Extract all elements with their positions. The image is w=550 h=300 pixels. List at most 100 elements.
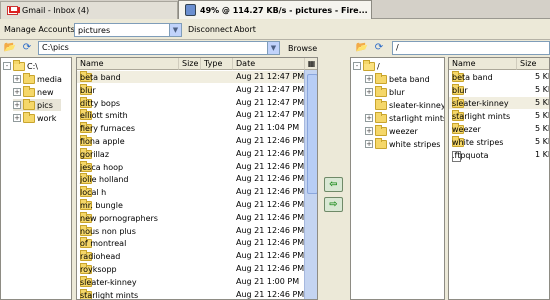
tree-item-label: media xyxy=(37,74,62,84)
remote-file-row[interactable]: blur 5 KB xyxy=(449,84,549,96)
local-file-date: Aug 21 12:46 PM xyxy=(236,161,305,171)
column-header-size[interactable]: Size xyxy=(179,58,201,70)
tab-fireftp[interactable]: 49% @ 114.27 KB/s - pictures - Fire... xyxy=(178,0,372,19)
local-file-date: Aug 21 12:46 PM xyxy=(236,225,305,235)
remote-file-row[interactable]: weezer 5 KB xyxy=(449,123,549,135)
local-scrollbar-thumb[interactable] xyxy=(307,74,317,194)
file-name-text: starlight mints xyxy=(452,112,511,121)
chevron-down-icon[interactable]: ▼ xyxy=(169,24,181,36)
tree-item-c-drive[interactable]: - C:\ xyxy=(3,59,38,72)
file-name-text: jolie holland xyxy=(80,175,129,185)
remote-tree-item[interactable]: + starlight mints xyxy=(365,111,445,124)
remote-refresh-icon[interactable]: ⟳ xyxy=(372,41,386,55)
account-select[interactable]: pictures ▼ xyxy=(74,23,182,37)
column-header-type[interactable]: Type xyxy=(201,58,233,70)
tree-item-work[interactable]: + work xyxy=(13,111,57,124)
remote-tree-item[interactable]: + white stripes xyxy=(365,137,441,150)
tab-fireftp-label: 49% @ 114.27 KB/s - pictures - Fire... xyxy=(200,5,368,15)
file-name-text: nous non plus xyxy=(80,226,136,236)
remote-file-row[interactable]: .ftpquota 1 KB xyxy=(449,149,549,162)
tab-gmail[interactable]: Gmail - Inbox (4) xyxy=(0,1,178,19)
fireftp-icon xyxy=(185,4,196,16)
file-name-text: starlight mints xyxy=(80,290,139,300)
collapse-icon[interactable]: - xyxy=(353,62,361,70)
local-scrollbar[interactable] xyxy=(304,70,317,299)
local-file-row[interactable]: sleater-kinney Aug 21 1:00 PM xyxy=(77,275,304,288)
remote-file-row[interactable]: sleater-kinney 5 KB xyxy=(449,97,549,109)
local-file-list: Name Size Type Date ▦ beta band Aug 21 12… xyxy=(76,57,318,300)
expand-icon[interactable]: + xyxy=(365,88,373,96)
remote-column-header-name[interactable]: Name xyxy=(449,58,517,70)
local-path-dropdown-icon[interactable]: ▼ xyxy=(267,42,279,54)
file-name-text: radiohead xyxy=(80,252,121,262)
tree-item-media[interactable]: + media xyxy=(13,72,62,85)
local-file-row[interactable]: elliott smith Aug 21 12:47 PM xyxy=(77,109,304,121)
local-file-date: Aug 21 12:47 PM xyxy=(236,72,305,81)
local-file-date: Aug 21 12:46 PM xyxy=(236,251,305,261)
manage-accounts-menu[interactable]: Manage Accounts xyxy=(4,25,75,34)
remote-tree-item[interactable]: + weezer xyxy=(365,124,418,137)
tree-item-label: work xyxy=(37,113,57,123)
local-file-row[interactable]: gorillaz Aug 21 12:46 PM xyxy=(77,147,304,160)
local-file-row[interactable]: mr. bungle Aug 21 12:46 PM xyxy=(77,199,304,211)
expand-icon[interactable]: + xyxy=(13,114,21,122)
local-file-row[interactable]: ditty bops Aug 21 12:47 PM xyxy=(77,96,304,109)
remote-file-row[interactable]: starlight mints 5 KB xyxy=(449,110,549,122)
parent-folder-icon[interactable]: 📂 xyxy=(3,41,17,55)
local-file-row[interactable]: royksopp Aug 21 12:46 PM xyxy=(77,263,304,275)
remote-file-row[interactable]: white stripes 5 KB xyxy=(449,136,549,148)
browse-button[interactable]: Browse xyxy=(288,44,317,53)
tree-item-label: white stripes xyxy=(389,139,441,149)
remote-path-input[interactable]: / xyxy=(392,41,550,55)
expand-icon[interactable]: + xyxy=(365,114,373,122)
expand-icon[interactable]: + xyxy=(13,101,21,109)
local-file-row[interactable]: blur Aug 21 12:47 PM xyxy=(77,83,304,96)
local-file-row[interactable]: radiohead Aug 21 12:46 PM xyxy=(77,250,304,262)
tree-item-new[interactable]: + new xyxy=(13,85,54,98)
local-file-row[interactable]: fiery furnaces Aug 21 1:04 PM xyxy=(77,122,304,134)
column-header-name[interactable]: Name xyxy=(77,58,179,70)
remote-folder-tree: - / + beta band + blur sleater-kinney + starligh… xyxy=(350,57,445,300)
upload-arrow-button[interactable]: ⇨ xyxy=(324,197,343,212)
local-file-row[interactable]: jesca hoop Aug 21 12:46 PM xyxy=(77,160,305,173)
local-file-row[interactable]: starlight mints Aug 21 12:46 PM xyxy=(77,288,304,300)
file-name-text: blur xyxy=(80,85,96,95)
local-file-row[interactable]: beta band Aug 21 12:47 PM xyxy=(77,71,304,83)
column-header-date[interactable]: Date xyxy=(233,58,305,70)
remote-tree-item[interactable]: - / xyxy=(353,59,380,72)
remote-parent-folder-icon[interactable]: 📂 xyxy=(355,41,369,55)
expand-icon[interactable]: + xyxy=(365,127,373,135)
folder-icon xyxy=(23,98,35,110)
remote-tree-item[interactable]: + beta band xyxy=(365,72,430,85)
remote-tree-item[interactable]: + blur xyxy=(365,85,405,98)
local-file-row[interactable]: fiona apple Aug 21 12:46 PM xyxy=(77,135,304,147)
local-file-row[interactable]: nous non plus Aug 21 12:46 PM xyxy=(77,224,305,237)
local-file-row[interactable]: new pornographers Aug 21 12:46 PM xyxy=(77,211,304,224)
column-picker-icon[interactable]: ▦ xyxy=(305,58,317,70)
remote-file-size: 5 KB xyxy=(535,72,549,81)
abort-button[interactable]: Abort xyxy=(234,25,256,34)
local-path-input[interactable]: C:\pics ▼ xyxy=(38,41,280,55)
local-file-row[interactable]: local h Aug 21 12:46 PM xyxy=(77,186,304,198)
tree-item-pics[interactable]: + pics xyxy=(13,98,61,111)
tree-item-label: starlight mints xyxy=(389,113,445,123)
expand-icon[interactable]: + xyxy=(365,140,373,148)
download-arrow-button[interactable]: ⇦ xyxy=(324,177,343,192)
folder-icon xyxy=(375,72,387,84)
folder-icon xyxy=(375,137,387,149)
expand-icon[interactable]: + xyxy=(13,75,21,83)
expand-icon[interactable]: + xyxy=(13,88,21,96)
remote-file-size: 5 KB xyxy=(535,124,549,133)
remote-tree-item[interactable]: sleater-kinney xyxy=(365,98,444,111)
remote-file-row[interactable]: beta band 5 KB xyxy=(449,71,549,83)
expand-icon[interactable]: + xyxy=(365,75,373,83)
file-name-text: blur xyxy=(452,86,468,95)
local-file-date: Aug 21 12:46 PM xyxy=(236,200,305,209)
disconnect-button[interactable]: Disconnect xyxy=(188,25,232,34)
local-file-row[interactable]: of montreal Aug 21 12:46 PM xyxy=(77,237,304,249)
folder-icon xyxy=(375,98,387,110)
remote-column-header-size[interactable]: Size xyxy=(517,58,549,70)
collapse-icon[interactable]: - xyxy=(3,62,11,70)
local-file-row[interactable]: jolie holland Aug 21 12:46 PM xyxy=(77,173,304,185)
refresh-icon[interactable]: ⟳ xyxy=(20,41,34,55)
